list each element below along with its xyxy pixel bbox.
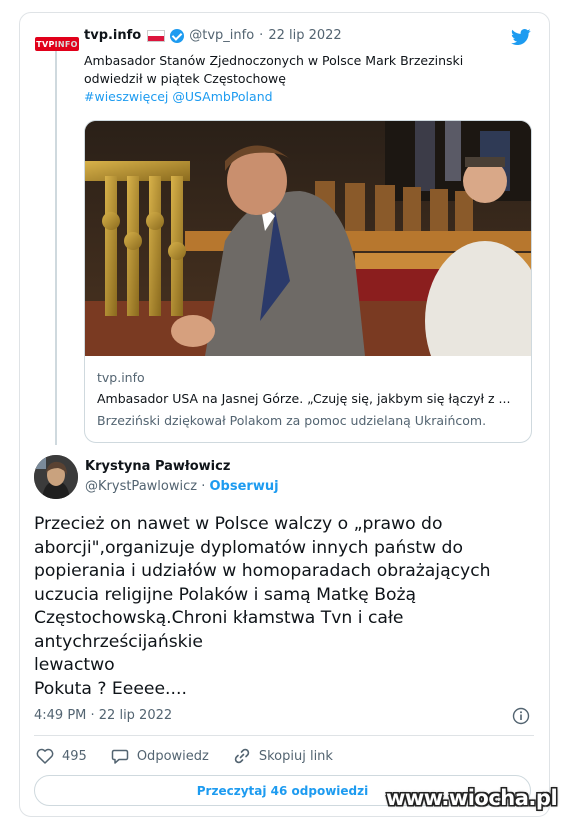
mention-link[interactable]: @USAmbPoland [172, 89, 272, 104]
info-icon[interactable] [512, 707, 530, 725]
tweet-timestamp[interactable]: 4:49 PM · 22 lip 2022 [34, 708, 172, 723]
link-preview-card[interactable]: tvp.info Ambasador USA na Jasnej Górze. … [84, 120, 532, 443]
preview-description: Brzeziński dziękował Polakom za pomoc ud… [97, 413, 487, 428]
reply-button[interactable]: Odpowiedz [111, 748, 209, 765]
tvp-info-logo[interactable]: TVP INFO [35, 37, 79, 51]
author-handle[interactable]: @KrystPawlowicz [85, 479, 197, 494]
watermark: www.wiocha.pl [386, 786, 558, 810]
logo-text-info: INFO [54, 39, 78, 49]
reply-icon [111, 749, 129, 764]
quoted-author-name[interactable]: tvp.info [84, 28, 141, 43]
preview-title[interactable]: Ambasador USA na Jasnej Górze. „Czuję si… [97, 391, 510, 406]
heart-icon [36, 748, 54, 764]
tweet-line: Częstochowską.Chroni kłamstwa Tvn i całe [34, 608, 404, 628]
quoted-header: tvp.info @tvp_info · 22 lip 2022 [84, 28, 342, 43]
preview-domain: tvp.info [97, 370, 145, 385]
reply-label: Odpowiedz [136, 748, 209, 764]
hashtag-link[interactable]: #wieszwięcej [84, 89, 168, 104]
quoted-text-body: Ambasador Stanów Zjednoczonych w Polsce … [84, 53, 464, 86]
like-button[interactable]: 495 [36, 748, 87, 764]
preview-photo [85, 121, 531, 356]
separator-dot: · [259, 28, 264, 43]
copy-link-button[interactable]: Skopiuj link [233, 747, 333, 765]
action-bar: 495 Odpowiedz Skopiuj link [36, 747, 357, 765]
copy-link-label: Skopiuj link [258, 748, 333, 764]
tweet-line: Pokuta ? Eeeee.... [34, 678, 187, 699]
like-count: 495 [62, 748, 87, 764]
follow-button[interactable]: Obserwuj [210, 479, 279, 494]
quoted-date[interactable]: 22 lip 2022 [268, 28, 341, 43]
divider [34, 735, 534, 736]
tweet-text: Przecież on nawet w Polsce walczy o „pra… [34, 513, 524, 701]
separator-dot: · [201, 479, 206, 494]
twitter-bird-icon[interactable] [510, 27, 532, 47]
verified-badge-icon [170, 28, 185, 43]
author-name[interactable]: Krystyna Pawłowicz [85, 459, 230, 474]
avatar[interactable] [34, 455, 78, 499]
logo-text-tvp: TVP [36, 39, 55, 49]
thread-line [55, 50, 57, 445]
tweet-line: popierania i udziałów w homoparadach obr… [34, 561, 491, 581]
tweet-line: uczucia religijne Polaków i samą Matkę B… [34, 584, 417, 605]
author-line: @KrystPawlowicz · Obserwuj [85, 479, 279, 494]
quoted-author-handle[interactable]: @tvp_info [189, 28, 254, 43]
poland-flag-icon [147, 29, 166, 42]
link-icon [234, 748, 250, 764]
quoted-text: Ambasador Stanów Zjednoczonych w Polsce … [84, 52, 504, 106]
tweet-line: antychrześcijańskie [34, 631, 203, 652]
tweet-line: Przecież on nawet w Polsce walczy o „pra… [34, 514, 443, 534]
tweet-line: aborcji",organizuje dyplomatów innych pa… [34, 537, 463, 558]
tweet-line: lewactwo [34, 655, 115, 675]
